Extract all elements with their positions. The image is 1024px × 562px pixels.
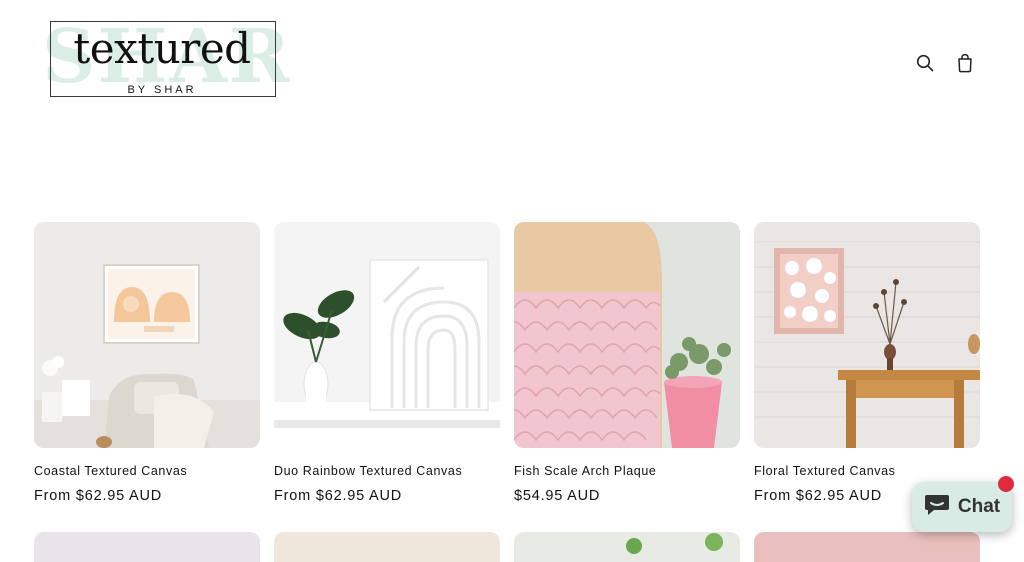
chat-button[interactable]: Chat bbox=[912, 482, 1012, 532]
chat-bubble-icon bbox=[924, 493, 950, 522]
product-image[interactable] bbox=[34, 222, 260, 448]
product-title[interactable]: Coastal Textured Canvas bbox=[34, 464, 260, 478]
product-price: From $62.95 AUD bbox=[34, 488, 163, 504]
product-grid: Coastal Textured Canvas From $62.95 AUD bbox=[34, 222, 980, 504]
product-card[interactable]: Duo Rainbow Textured Canvas From $62.95 … bbox=[274, 222, 500, 504]
product-title[interactable]: Duo Rainbow Textured Canvas bbox=[274, 464, 500, 478]
product-image[interactable] bbox=[754, 222, 980, 448]
product-image[interactable] bbox=[274, 532, 500, 562]
site-logo[interactable]: SHAR textured BY SHAR bbox=[40, 18, 290, 100]
product-image[interactable] bbox=[514, 222, 740, 448]
logo-tagline: BY SHAR bbox=[127, 84, 197, 96]
product-image[interactable] bbox=[514, 532, 740, 562]
chat-label: Chat bbox=[957, 496, 1001, 517]
product-card[interactable]: Coastal Textured Canvas From $62.95 AUD bbox=[34, 222, 260, 504]
header-actions bbox=[914, 52, 976, 74]
product-image[interactable] bbox=[34, 532, 260, 562]
product-title[interactable]: Fish Scale Arch Plaque bbox=[514, 464, 740, 478]
product-grid-row-2 bbox=[34, 532, 980, 562]
logo-wordmark: textured bbox=[73, 24, 251, 73]
product-title[interactable]: Floral Textured Canvas bbox=[754, 464, 980, 478]
search-icon[interactable] bbox=[914, 52, 936, 74]
product-price: $54.95 AUD bbox=[514, 488, 601, 504]
chat-notification-badge bbox=[998, 476, 1014, 492]
cart-icon[interactable] bbox=[954, 52, 976, 74]
product-card[interactable]: Floral Textured Canvas From $62.95 AUD bbox=[754, 222, 980, 504]
product-card[interactable]: Fish Scale Arch Plaque $54.95 AUD bbox=[514, 222, 740, 504]
product-price: From $62.95 AUD bbox=[274, 488, 403, 504]
product-image[interactable] bbox=[274, 222, 500, 448]
product-image[interactable] bbox=[754, 532, 980, 562]
